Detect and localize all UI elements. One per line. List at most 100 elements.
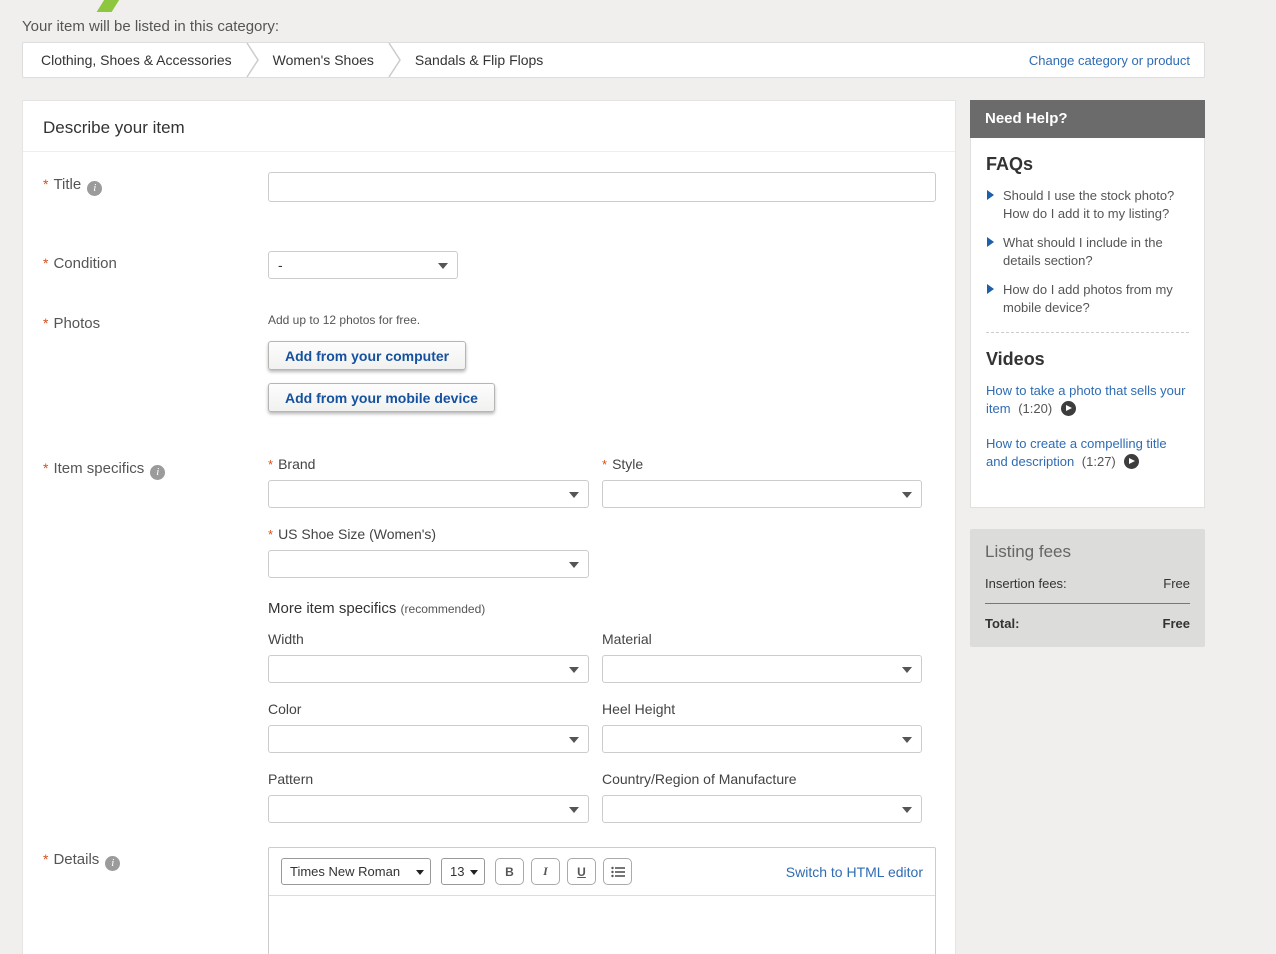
condition-select[interactable]: - xyxy=(268,251,458,279)
shoe-size-select[interactable] xyxy=(268,550,589,578)
panel-body: *Titlei *Condition - xyxy=(23,152,955,954)
country-select[interactable] xyxy=(602,795,922,823)
divider xyxy=(985,603,1190,604)
switch-html-editor-link[interactable]: Switch to HTML editor xyxy=(786,864,923,880)
faq-item[interactable]: What should I include in the details sec… xyxy=(986,234,1189,269)
change-category-link[interactable]: Change category or product xyxy=(1029,53,1190,68)
italic-button[interactable]: I xyxy=(531,858,560,885)
chevron-down-icon xyxy=(902,807,912,813)
breadcrumb-item-category2[interactable]: Women's Shoes xyxy=(269,52,378,68)
photos-label: Photos xyxy=(53,315,100,332)
chevron-down-icon xyxy=(902,667,912,673)
condition-label: Condition xyxy=(53,255,116,272)
breadcrumb-item-category3[interactable]: Sandals & Flip Flops xyxy=(411,52,547,68)
info-icon[interactable]: i xyxy=(150,465,165,480)
chevron-down-icon xyxy=(569,737,579,743)
info-icon[interactable]: i xyxy=(87,181,102,196)
width-label: Width xyxy=(268,631,589,647)
font-family-select[interactable]: Times New Roman xyxy=(281,858,431,885)
width-field: Width xyxy=(268,631,589,683)
add-from-mobile-button[interactable]: Add from your mobile device xyxy=(268,383,495,412)
item-specifics-label: Item specifics xyxy=(53,460,144,477)
required-asterisk: * xyxy=(268,527,273,542)
pattern-label: Pattern xyxy=(268,771,589,787)
video-link[interactable]: How to take a photo that sells your item… xyxy=(986,382,1189,418)
condition-selected-value: - xyxy=(278,257,283,273)
bullet-list-button[interactable] xyxy=(603,858,632,885)
required-asterisk: * xyxy=(43,851,48,867)
width-select[interactable] xyxy=(268,655,589,683)
add-from-computer-button[interactable]: Add from your computer xyxy=(268,341,466,370)
faq-item[interactable]: Should I use the stock photo? How do I a… xyxy=(986,187,1189,222)
details-editor: Times New Roman 13 B I U xyxy=(268,847,936,954)
title-row: * Titlei xyxy=(43,172,935,202)
material-field: Material xyxy=(602,631,922,683)
chevron-down-icon xyxy=(902,737,912,743)
brand-label: *Brand xyxy=(268,456,589,472)
info-icon[interactable]: i xyxy=(105,856,120,871)
title-label: Title xyxy=(53,176,81,193)
video-link[interactable]: How to create a compelling title and des… xyxy=(986,435,1189,471)
required-asterisk: * xyxy=(43,315,48,331)
font-size-select[interactable]: 13 xyxy=(441,858,485,885)
faq-item[interactable]: How do I add photos from my mobile devic… xyxy=(986,281,1189,316)
required-asterisk: * xyxy=(43,255,48,271)
heel-height-field: Heel Height xyxy=(602,701,922,753)
help-sidebar: Need Help? FAQs Should I use the stock p… xyxy=(970,100,1205,647)
required-asterisk: * xyxy=(268,457,273,472)
details-label: Details xyxy=(53,851,99,868)
breadcrumb: Clothing, Shoes & Accessories Women's Sh… xyxy=(22,42,1205,78)
chevron-down-icon xyxy=(902,492,912,498)
item-specifics-label-group: * Item specifics i xyxy=(43,456,268,480)
chevron-down-icon xyxy=(416,870,424,875)
details-text-area[interactable] xyxy=(269,896,935,954)
videos-heading: Videos xyxy=(986,349,1189,370)
total-fees-row: Total: Free xyxy=(985,616,1190,631)
insertion-fees-value: Free xyxy=(1163,576,1190,591)
arrow-right-icon xyxy=(987,237,994,247)
total-label: Total: xyxy=(985,616,1019,631)
recommended-note: (recommended) xyxy=(401,602,486,616)
material-select[interactable] xyxy=(602,655,922,683)
details-label-group: * Details i xyxy=(43,847,268,871)
underline-button[interactable]: U xyxy=(567,858,596,885)
play-icon[interactable] xyxy=(1124,454,1139,469)
breadcrumb-chevron-icon xyxy=(246,42,259,78)
required-asterisk: * xyxy=(43,176,48,192)
arrow-right-icon xyxy=(987,284,994,294)
country-label: Country/Region of Manufacture xyxy=(602,771,922,787)
material-label: Material xyxy=(602,631,922,647)
help-panel: FAQs Should I use the stock photo? How d… xyxy=(970,138,1205,508)
more-item-specifics-title: More item specifics (recommended) xyxy=(268,600,936,617)
style-field: *Style xyxy=(602,456,922,508)
color-select[interactable] xyxy=(268,725,589,753)
chevron-down-icon xyxy=(569,807,579,813)
play-icon[interactable] xyxy=(1061,401,1076,416)
chevron-down-icon xyxy=(569,667,579,673)
color-field: Color xyxy=(268,701,589,753)
breadcrumb-chevron-icon xyxy=(388,42,401,78)
country-field: Country/Region of Manufacture xyxy=(602,771,922,823)
details-row: * Details i Times New Roman 13 xyxy=(43,847,935,954)
listing-fees-title: Listing fees xyxy=(985,542,1190,562)
heel-height-select[interactable] xyxy=(602,725,922,753)
describe-item-panel: Describe your item *Titlei *Condition xyxy=(22,100,956,954)
shoe-size-label: *US Shoe Size (Women's) xyxy=(268,526,589,542)
page-root: Your item will be listed in this categor… xyxy=(0,0,1205,954)
style-select[interactable] xyxy=(602,480,922,508)
pattern-select[interactable] xyxy=(268,795,589,823)
insertion-fees-row: Insertion fees: Free xyxy=(985,576,1190,591)
chevron-down-icon xyxy=(470,870,478,875)
title-input[interactable] xyxy=(268,172,936,202)
brand-select[interactable] xyxy=(268,480,589,508)
item-specifics-grid: *Brand *Style xyxy=(268,456,936,841)
category-note: Your item will be listed in this categor… xyxy=(22,18,1205,35)
photos-row: * Photos Add up to 12 photos for free. Ad… xyxy=(43,311,935,425)
breadcrumb-item-category1[interactable]: Clothing, Shoes & Accessories xyxy=(37,52,236,68)
total-value: Free xyxy=(1163,616,1190,631)
bold-button[interactable]: B xyxy=(495,858,524,885)
required-asterisk: * xyxy=(43,460,48,476)
chevron-down-icon xyxy=(569,492,579,498)
item-specifics-row: * Item specifics i *Brand xyxy=(43,456,935,841)
photos-note: Add up to 12 photos for free. xyxy=(268,313,935,327)
